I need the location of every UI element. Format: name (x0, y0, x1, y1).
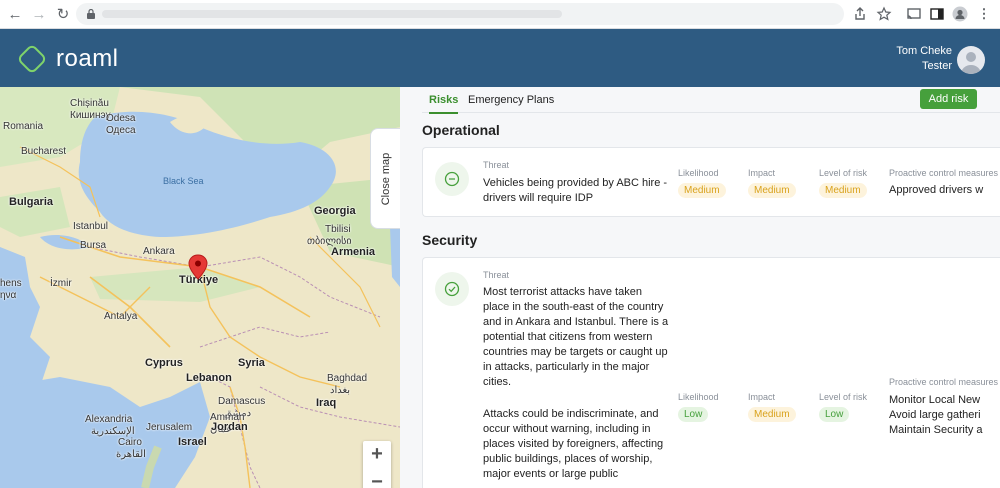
add-risk-button[interactable]: Add risk (920, 89, 977, 109)
map-label-lebanon: Lebanon (186, 372, 232, 384)
map-label-baghdad-ar: بغداد (330, 385, 351, 396)
map-label-odesa: Odesa (106, 113, 136, 124)
threat-text-paragraph-1: Most terrorist attacks have taken place … (483, 286, 669, 388)
minus-circle-icon (444, 171, 460, 187)
star-icon[interactable] (876, 6, 892, 22)
risks-panel: Risks Emergency Plans Add risk Operation… (400, 87, 1000, 488)
tab-bar: Risks Emergency Plans Add risk (422, 87, 1000, 114)
map-label-baghdad: Baghdad (327, 373, 368, 384)
arrow-left-icon[interactable]: ← (6, 6, 24, 24)
side-panel-icon[interactable] (929, 6, 945, 22)
zoom-out-button[interactable]: − (363, 469, 391, 488)
arrow-right-icon[interactable]: → (30, 6, 48, 24)
status-badge (435, 162, 469, 196)
likelihood-label: Likelihood (678, 168, 719, 178)
tab-risks[interactable]: Risks (429, 94, 459, 114)
map-zoom-controls: + − (363, 441, 391, 488)
level-of-risk-badge: Medium (819, 183, 867, 198)
control-measures-label: Proactive control measures (889, 377, 999, 387)
level-of-risk-label: Level of risk (819, 168, 868, 178)
map-label-georgia: Georgia (314, 205, 356, 217)
check-circle-icon (444, 281, 460, 297)
likelihood-badge: Medium (678, 183, 726, 198)
likelihood-badge: Low (678, 407, 709, 422)
control-measure-line: Avoid large gatheri (889, 409, 981, 421)
kebab-menu-icon[interactable]: ⋮ (976, 6, 992, 22)
roaml-logo-icon[interactable] (16, 43, 48, 75)
browser-toolbar: ← → ↻ ⋮ (0, 0, 1000, 29)
map-label-armenia: Armenia (331, 246, 376, 258)
control-measure-line: Maintain Security a (889, 424, 983, 436)
map-label-bursa: Bursa (80, 240, 107, 251)
user-name[interactable]: Tom Cheke (896, 45, 952, 57)
impact-label: Impact (748, 168, 776, 178)
address-bar[interactable] (76, 3, 844, 25)
avatar[interactable] (957, 46, 985, 74)
threat-text-paragraph-2: Attacks could be indiscriminate, and occ… (483, 408, 664, 480)
map-label-bucharest: Bucharest (21, 146, 67, 157)
reload-icon[interactable]: ↻ (54, 6, 72, 24)
impact-badge: Medium (748, 183, 796, 198)
map-label-istanbul: Istanbul (73, 221, 109, 232)
map-label-chisinau: Chișinău (70, 98, 109, 109)
lock-icon (87, 9, 95, 19)
section-title-security: Security (422, 232, 478, 248)
map-label-chisinau-cyr: Кишинэу (70, 110, 111, 121)
impact-label: Impact (748, 392, 776, 402)
map-label-iraq: Iraq (316, 397, 337, 409)
user-avatar-icon (961, 52, 981, 74)
map-label-alexandria-ar: الإسكندرية (91, 426, 135, 437)
risk-card-operational[interactable]: Threat Vehicles being provided by ABC hi… (422, 147, 1000, 217)
map-label-israel: Israel (178, 436, 207, 448)
impact-badge: Medium (748, 407, 796, 422)
map-label-alexandria: Alexandria (85, 414, 133, 425)
control-measure-line: Monitor Local New (889, 394, 981, 406)
cast-icon[interactable] (906, 6, 922, 22)
close-map-button[interactable]: Close map (370, 128, 400, 229)
map-label-syria: Syria (238, 357, 265, 369)
share-icon[interactable] (852, 6, 868, 22)
control-measures-text: Approved drivers w (889, 184, 984, 196)
section-title-operational: Operational (422, 122, 500, 138)
zoom-in-button[interactable]: + (363, 441, 391, 469)
brand-name[interactable]: roaml (56, 45, 119, 73)
profile-icon[interactable] (952, 6, 968, 22)
map-label-romania: Romania (3, 121, 44, 132)
risk-card-security[interactable]: Threat Most terrorist attacks have taken… (422, 257, 1000, 488)
level-of-risk-badge: Low (819, 407, 850, 422)
url-text (102, 10, 562, 18)
level-of-risk-label: Level of risk (819, 392, 868, 402)
map-label-damascus: Damascus (218, 396, 266, 407)
threat-label: Threat (483, 270, 510, 280)
control-measures-label: Proactive control measures (889, 168, 999, 178)
close-map-label: Close map (379, 152, 392, 205)
map-label-jerusalem: Jerusalem (146, 422, 193, 433)
map-label-odesa-cyr: Одеса (106, 125, 136, 136)
threat-label: Threat (483, 160, 510, 170)
map-label-izmir: İzmir (50, 278, 72, 289)
map-label-cairo: Cairo (118, 437, 142, 448)
tab-emergency-plans[interactable]: Emergency Plans (468, 94, 554, 112)
threat-text: Vehicles being provided by ABC hire - dr… (483, 177, 668, 204)
map-label-ankara: Ankara (143, 246, 175, 257)
map-label-cairo-ar: القاهرة (116, 449, 146, 460)
user-role: Tester (922, 60, 952, 72)
map-label-tbilisi: Tbilisi (325, 224, 351, 235)
map-view[interactable]: Chișinău Кишинэу Romania Odesa Одеса Buc… (0, 87, 400, 488)
status-badge (435, 272, 469, 306)
map-label-athens: hens (0, 278, 22, 289)
app-header: roaml Tom Cheke Tester (0, 29, 1000, 87)
map-pin-icon[interactable] (188, 254, 208, 280)
map-label-cyprus: Cyprus (145, 357, 183, 369)
map-label-athens-greek: ηνα (0, 290, 17, 301)
map-label-antalya: Antalya (104, 311, 138, 322)
likelihood-label: Likelihood (678, 392, 719, 402)
map-label-bulgaria: Bulgaria (9, 196, 54, 208)
map-label-black-sea: Black Sea (163, 176, 204, 186)
map-label-jordan: Jordan (211, 421, 248, 433)
